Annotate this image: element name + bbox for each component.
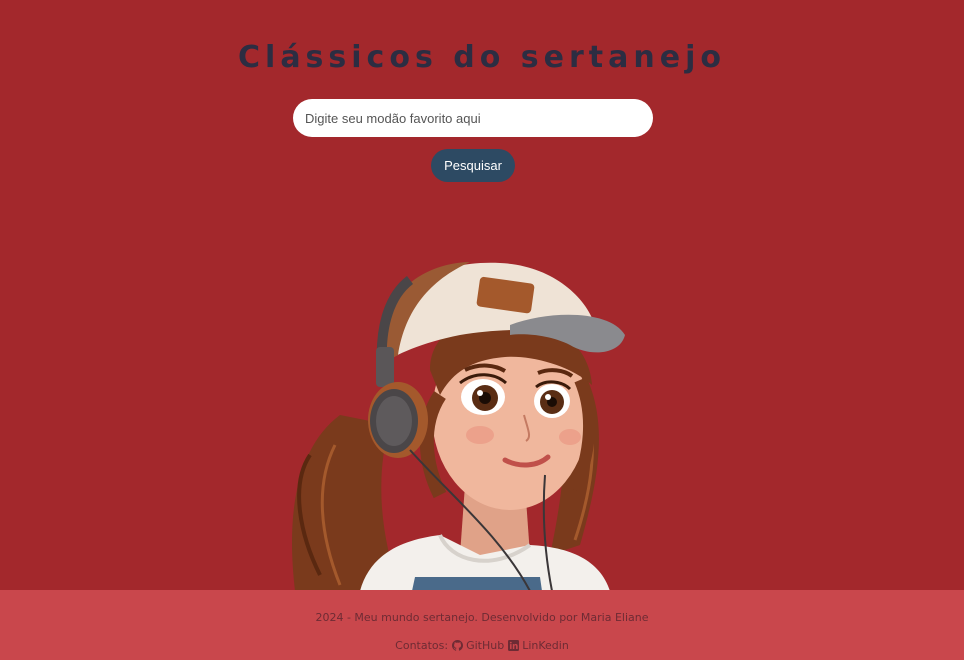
page-title: Clássicos do sertanejo [238,40,726,75]
search-button[interactable]: Pesquisar [431,149,515,182]
footer-contacts: Contatos: GitHub LinKedin [0,639,964,654]
linkedin-link-label: LinKedin [522,639,569,652]
footer-credit: 2024 - Meu mundo sertanejo. Desenvolvido… [315,611,649,624]
github-link[interactable]: GitHub [451,639,508,654]
page: Clássicos do sertanejo Pesquisar [0,0,964,660]
footer: 2024 - Meu mundo sertanejo. Desenvolvido… [0,590,964,660]
contacts-label: Contatos: [395,639,449,652]
linkedin-link[interactable]: LinKedin [507,639,569,654]
github-link-label: GitHub [466,639,505,652]
github-icon [451,640,463,654]
linkedin-icon [507,640,519,654]
girl-with-headphones-illustration [280,255,660,591]
search-input[interactable] [293,99,653,137]
